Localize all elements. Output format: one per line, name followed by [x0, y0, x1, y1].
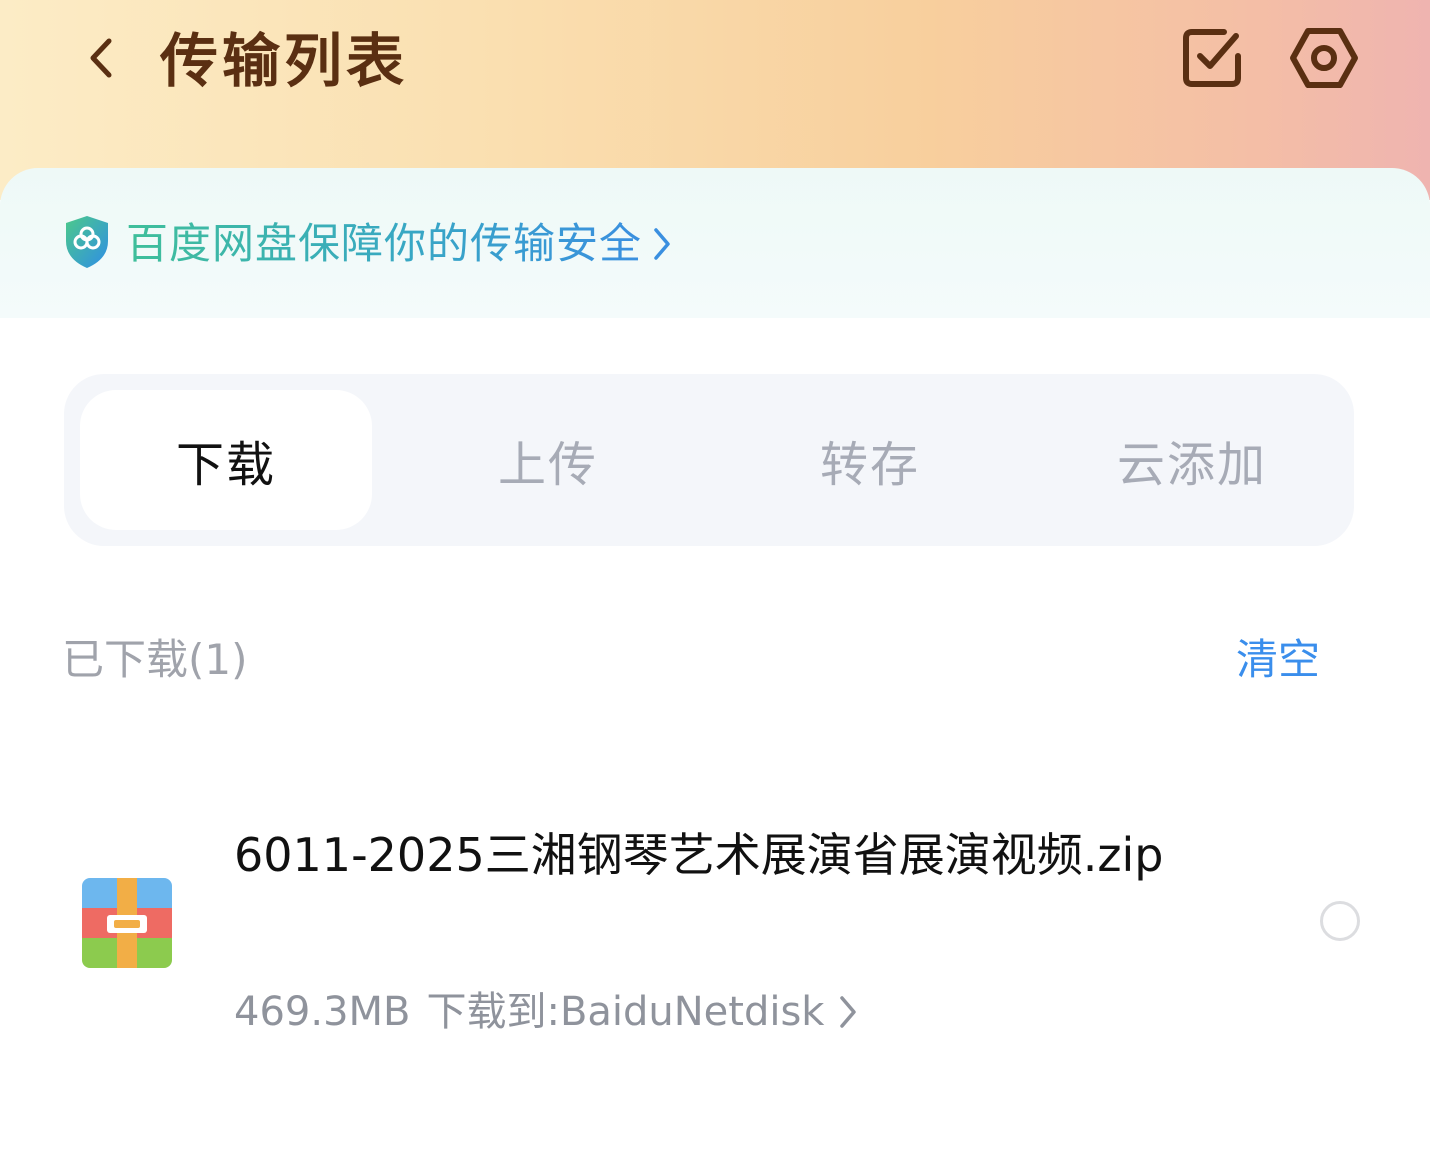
checkbox-icon: [1180, 26, 1244, 94]
settings-button[interactable]: [1288, 24, 1360, 96]
main-content: 下载 上传 转存 云添加 已下载(1) 清空 6011-2025三湘钢琴艺术展演…: [0, 318, 1430, 1166]
multi-select-button[interactable]: [1176, 24, 1248, 96]
back-button[interactable]: [70, 30, 130, 90]
clear-button[interactable]: 清空: [1236, 630, 1320, 690]
chevron-right-icon: [838, 994, 858, 1030]
file-select-radio[interactable]: [1320, 901, 1360, 941]
security-banner-link[interactable]: 百度网盘保障你的传输安全: [62, 208, 672, 280]
security-banner-text: 百度网盘保障你的传输安全: [126, 208, 642, 280]
gear-icon: [1289, 26, 1359, 94]
tab-cloud-add[interactable]: 云添加: [1046, 390, 1338, 530]
shield-icon: [62, 214, 112, 274]
zip-archive-icon: [82, 878, 172, 968]
file-destination: 下载到:BaiduNetdisk: [426, 989, 825, 1035]
tab-transfer-save[interactable]: 转存: [724, 390, 1016, 530]
file-size: 469.3MB: [234, 989, 411, 1035]
file-location-link[interactable]: 469.3MB 下载到:BaiduNetdisk: [234, 984, 858, 1040]
downloaded-section-label: 已下载(1): [62, 635, 248, 684]
chevron-right-icon: [652, 226, 672, 262]
transfer-tabs: 下载 上传 转存 云添加: [64, 374, 1354, 546]
tab-download[interactable]: 下载: [80, 390, 372, 530]
file-list-item[interactable]: 6011-2025三湘钢琴艺术展演省展演视频.zip 469.3MB 下载到:B…: [0, 806, 1430, 1066]
chevron-left-icon: [85, 37, 115, 83]
tab-upload[interactable]: 上传: [402, 390, 694, 530]
security-banner: 百度网盘保障你的传输安全: [0, 168, 1430, 318]
file-name: 6011-2025三湘钢琴艺术展演省展演视频.zip: [234, 828, 1164, 882]
page-title: 传输列表: [160, 27, 409, 95]
